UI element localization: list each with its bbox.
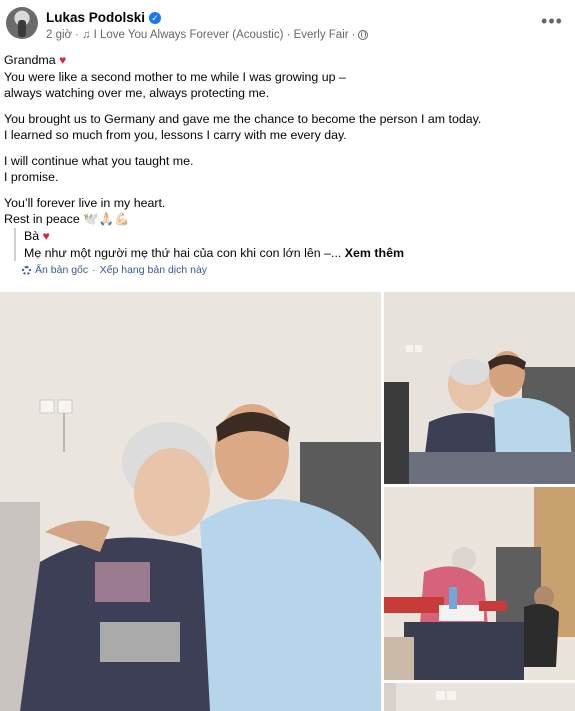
para3-line2: I promise. bbox=[4, 170, 59, 184]
dove-pray-flex-emoji-icon: 🕊️🙏🏻💪🏻 bbox=[83, 212, 130, 226]
author-name-row: Lukas Podolski ✓ bbox=[46, 10, 162, 25]
para2-line2: I learned so much from you, lessons I ca… bbox=[4, 128, 347, 142]
translated-text-block: Bà ♥ Mẹ như một người mẹ thứ hai của con… bbox=[14, 228, 564, 261]
post-meta: 2 giờ · ♫ I Love You Always Forever (Aco… bbox=[46, 29, 369, 41]
translation-links: Ẩn bản gốc · Xếp hạng bản dịch này bbox=[22, 264, 207, 276]
globe-icon[interactable] bbox=[358, 30, 369, 40]
rate-translation-link[interactable]: Xếp hạng bản dịch này bbox=[100, 264, 207, 276]
translation-line1: Bà ♥ bbox=[24, 228, 564, 245]
paragraph-4: You’ll forever live in my heart. Rest in… bbox=[4, 195, 564, 228]
photo-grid bbox=[0, 292, 575, 711]
verified-badge-icon: ✓ bbox=[149, 11, 162, 24]
author-name[interactable]: Lukas Podolski bbox=[46, 10, 145, 25]
author-avatar[interactable] bbox=[6, 7, 38, 39]
photo-4[interactable] bbox=[384, 683, 575, 711]
music-note-icon: ♫ bbox=[81, 29, 91, 41]
photo-4-illustration bbox=[384, 683, 575, 711]
para4-line2: Rest in peace bbox=[4, 212, 80, 226]
heart-icon: ♥ bbox=[59, 53, 67, 67]
post-time[interactable]: 2 giờ bbox=[46, 29, 72, 41]
photo-1-illustration bbox=[0, 292, 381, 711]
para1-line3: always watching over me, always protecti… bbox=[4, 86, 270, 100]
see-more-link[interactable]: Xem thêm bbox=[345, 246, 404, 260]
song-title[interactable]: I Love You Always Forever (Acoustic) · E… bbox=[94, 29, 349, 41]
para4-line1: You’ll forever live in my heart. bbox=[4, 195, 166, 210]
paragraph-1: Grandma ♥ You were like a second mother … bbox=[4, 52, 564, 102]
photo-3[interactable] bbox=[384, 487, 575, 680]
photo-2-illustration bbox=[384, 292, 575, 484]
facebook-post-card: Lukas Podolski ✓ 2 giờ · ♫ I Love You Al… bbox=[0, 0, 575, 711]
paragraph-2: You brought us to Germany and gave me th… bbox=[4, 111, 564, 144]
meta-separator-2: · bbox=[351, 29, 356, 41]
post-header: Lukas Podolski ✓ 2 giờ · ♫ I Love You Al… bbox=[0, 0, 575, 48]
para2-line1: You brought us to Germany and gave me th… bbox=[4, 111, 482, 126]
photo-2[interactable] bbox=[384, 292, 575, 484]
post-text: Grandma ♥ You were like a second mother … bbox=[4, 52, 564, 237]
hide-original-link[interactable]: Ẩn bản gốc bbox=[35, 264, 88, 276]
para3-line1: I will continue what you taught me. bbox=[4, 153, 194, 168]
para1-line1: Grandma bbox=[4, 53, 56, 67]
meta-separator: · bbox=[75, 29, 79, 41]
gear-icon bbox=[22, 265, 31, 275]
para1-line2: You were like a second mother to me whil… bbox=[4, 69, 346, 84]
link-separator: · bbox=[92, 264, 96, 276]
translation-excerpt: Mẹ như một người mẹ thứ hai của con khi … bbox=[24, 245, 342, 260]
paragraph-3: I will continue what you taught me. I pr… bbox=[4, 153, 564, 186]
more-options-button[interactable]: ••• bbox=[538, 12, 566, 34]
photo-1[interactable] bbox=[0, 292, 381, 711]
photo-3-illustration bbox=[384, 487, 575, 680]
translation-title: Bà bbox=[24, 229, 40, 243]
translation-line2: Mẹ như một người mẹ thứ hai của con khi … bbox=[24, 245, 564, 262]
heart-icon-translation: ♥ bbox=[42, 229, 50, 243]
